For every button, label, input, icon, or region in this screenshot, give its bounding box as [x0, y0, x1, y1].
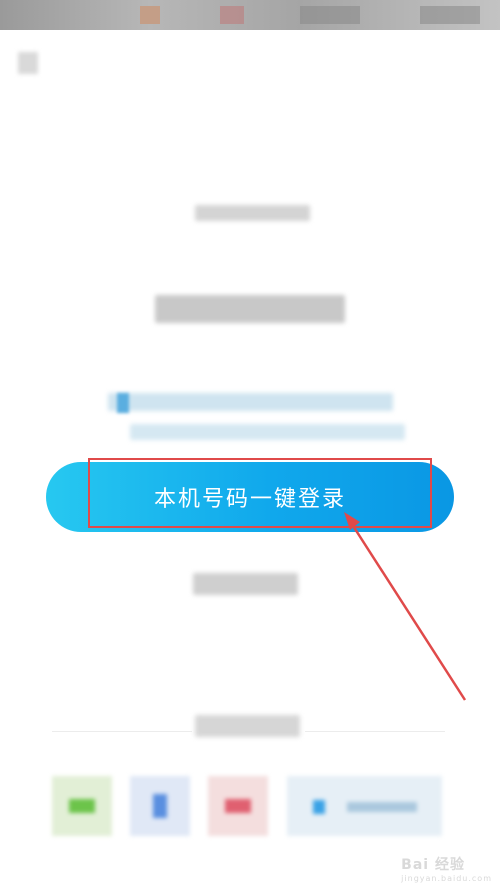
- more-login-button[interactable]: [287, 776, 442, 836]
- qq-icon: [153, 794, 167, 818]
- page-title: [195, 205, 310, 221]
- qq-login-button[interactable]: [130, 776, 190, 836]
- one-click-login-label: 本机号码一键登录: [153, 487, 346, 512]
- wechat-icon: [69, 799, 95, 813]
- weibo-icon: [225, 799, 251, 813]
- divider-left: [52, 731, 192, 732]
- weibo-login-button[interactable]: [208, 776, 268, 836]
- agreement-checkbox[interactable]: [117, 393, 129, 413]
- back-button[interactable]: [18, 52, 38, 74]
- third-party-login-label: [195, 715, 300, 737]
- divider-right: [305, 731, 445, 732]
- other-login-methods-link[interactable]: [193, 573, 298, 595]
- more-icon: [313, 800, 325, 814]
- watermark-logo: Bai 经验 jingyan.baidu.com: [401, 857, 492, 883]
- one-click-login-button[interactable]: 本机号码一键登录: [46, 462, 454, 532]
- masked-phone-number: [155, 295, 345, 323]
- agreement-text-line-1: [108, 393, 393, 411]
- status-bar: [0, 0, 500, 30]
- wechat-login-button[interactable]: [52, 776, 112, 836]
- agreement-text-line-2[interactable]: [130, 424, 405, 440]
- annotation-arrow: [344, 512, 467, 701]
